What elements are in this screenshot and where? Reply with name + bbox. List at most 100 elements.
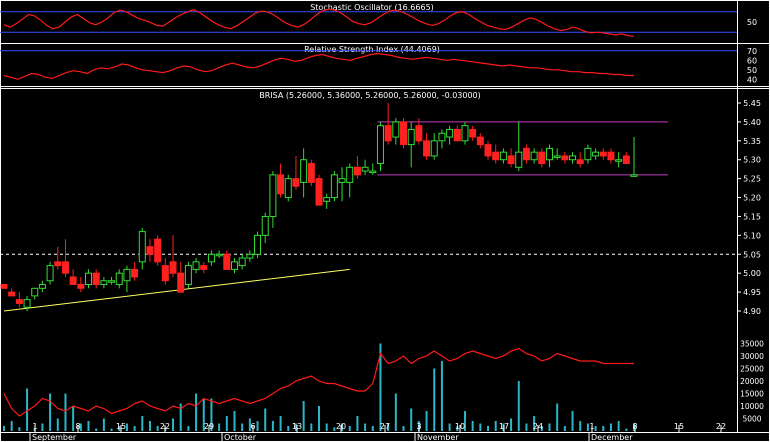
price-tick-label: 5.00 bbox=[743, 269, 761, 278]
candle-up bbox=[238, 257, 246, 267]
x-tick-label: 15 bbox=[116, 422, 126, 431]
volume-tick-label: 35000 bbox=[740, 340, 764, 349]
candle-up bbox=[269, 174, 277, 217]
x-tick-label: 22 bbox=[716, 422, 726, 431]
candle-down bbox=[315, 178, 323, 206]
stock-chart: Stochastic Oscillator (16.6665) 50 Relat… bbox=[0, 0, 770, 442]
candle-down bbox=[61, 261, 69, 274]
price-tick-label: 5.20 bbox=[743, 194, 761, 203]
candle-down bbox=[469, 128, 477, 138]
month-label: December bbox=[591, 433, 633, 442]
candle-up bbox=[361, 166, 369, 172]
rsi-tick-label: 70 bbox=[747, 47, 757, 56]
candle-down bbox=[8, 291, 16, 297]
x-tick-label: 3 bbox=[416, 422, 421, 431]
candle-up bbox=[300, 159, 308, 183]
candle-up bbox=[346, 166, 354, 183]
candle-up bbox=[553, 155, 561, 158]
candle-down bbox=[146, 246, 154, 255]
candle-up bbox=[100, 280, 108, 286]
price-tick-label: 5.45 bbox=[743, 99, 761, 108]
candle-down bbox=[492, 151, 500, 161]
candle-down bbox=[522, 147, 530, 161]
candle-up bbox=[246, 253, 254, 259]
candle-down bbox=[154, 238, 162, 263]
candle-up bbox=[369, 170, 377, 174]
trendline bbox=[3, 268, 350, 312]
candle-up bbox=[115, 272, 123, 286]
candle-down bbox=[538, 151, 546, 165]
volume-panel: 35000 30000 25000 20000 15000 10000 5000 bbox=[3, 340, 764, 431]
price-tick-label: 5.30 bbox=[743, 156, 761, 165]
candle-up bbox=[31, 287, 39, 297]
candle-up bbox=[207, 253, 215, 263]
candle-down bbox=[54, 261, 62, 267]
candle-up bbox=[592, 151, 600, 157]
price-tick-label: 5.40 bbox=[743, 118, 761, 127]
candle-up bbox=[584, 147, 592, 161]
month-label: October bbox=[224, 433, 257, 442]
x-tick-label: 6 bbox=[250, 422, 255, 431]
candle-up bbox=[108, 280, 116, 283]
candle-down bbox=[131, 268, 139, 278]
candle-up bbox=[38, 284, 46, 289]
x-tick-label: 1 bbox=[32, 422, 37, 431]
volume-tick-label: 25000 bbox=[740, 365, 764, 374]
candle-down bbox=[200, 265, 208, 270]
candle-down bbox=[507, 155, 515, 165]
price-title: BRISA (5.26000, 5.36000, 5.26000, 5.2600… bbox=[259, 91, 481, 100]
candle-down bbox=[415, 125, 423, 142]
x-tick-label: 8 bbox=[632, 422, 637, 431]
rsi-tick-label: 60 bbox=[747, 56, 757, 65]
candle-up bbox=[330, 174, 338, 199]
rsi-line bbox=[3, 52, 634, 80]
candle-down bbox=[576, 159, 584, 165]
candle-up bbox=[630, 174, 638, 177]
candle-up bbox=[85, 272, 93, 286]
candle-down bbox=[561, 155, 569, 161]
candle-up bbox=[46, 265, 54, 282]
candle-down bbox=[15, 299, 23, 304]
candle-up bbox=[446, 128, 454, 138]
x-tick-label: 20 bbox=[336, 422, 346, 431]
candle-up bbox=[323, 197, 331, 202]
price-tick-label: 5.25 bbox=[743, 175, 761, 184]
candle-up bbox=[530, 151, 538, 161]
candle-up bbox=[515, 151, 523, 168]
candle-down bbox=[69, 276, 77, 286]
candle-down bbox=[161, 265, 169, 282]
x-tick-label: 29 bbox=[204, 422, 214, 431]
volume-tick-label: 5000 bbox=[742, 415, 761, 424]
price-tick-label: 5.35 bbox=[743, 137, 761, 146]
x-tick-label: 1 bbox=[589, 422, 594, 431]
volume-tick-label: 30000 bbox=[740, 352, 764, 361]
candle-down bbox=[484, 144, 492, 157]
x-tick-label: 24 bbox=[533, 422, 543, 431]
volume-tick-label: 20000 bbox=[740, 377, 764, 386]
candle-down bbox=[384, 125, 392, 142]
stochastic-panel: Stochastic Oscillator (16.6665) 50 bbox=[0, 3, 757, 37]
volume-tick-label: 10000 bbox=[740, 402, 764, 411]
rsi-panel: Relative Strength Index (44.4069) 706050… bbox=[0, 45, 757, 84]
month-label: September bbox=[32, 433, 77, 442]
candle-down bbox=[77, 284, 85, 289]
x-tick-label: 13 bbox=[292, 422, 302, 431]
candle-up bbox=[461, 125, 469, 142]
candle-up bbox=[376, 125, 384, 165]
candle-up bbox=[23, 299, 31, 308]
candle-up bbox=[215, 253, 223, 257]
candle-up bbox=[615, 159, 623, 162]
stochastic-tick-label: 50 bbox=[747, 18, 757, 27]
candle-up bbox=[499, 151, 507, 161]
candle-up bbox=[392, 121, 400, 138]
candle-down bbox=[277, 174, 285, 195]
candle-up bbox=[138, 231, 146, 263]
rsi-tick-label: 50 bbox=[747, 66, 757, 75]
candle-up bbox=[184, 265, 192, 286]
candle-down bbox=[607, 151, 615, 161]
candle-down bbox=[307, 163, 315, 183]
candle-down bbox=[92, 272, 100, 286]
price-tick-label: 5.10 bbox=[743, 231, 761, 240]
candle-down bbox=[169, 261, 177, 274]
rsi-tick-label: 40 bbox=[747, 75, 757, 84]
